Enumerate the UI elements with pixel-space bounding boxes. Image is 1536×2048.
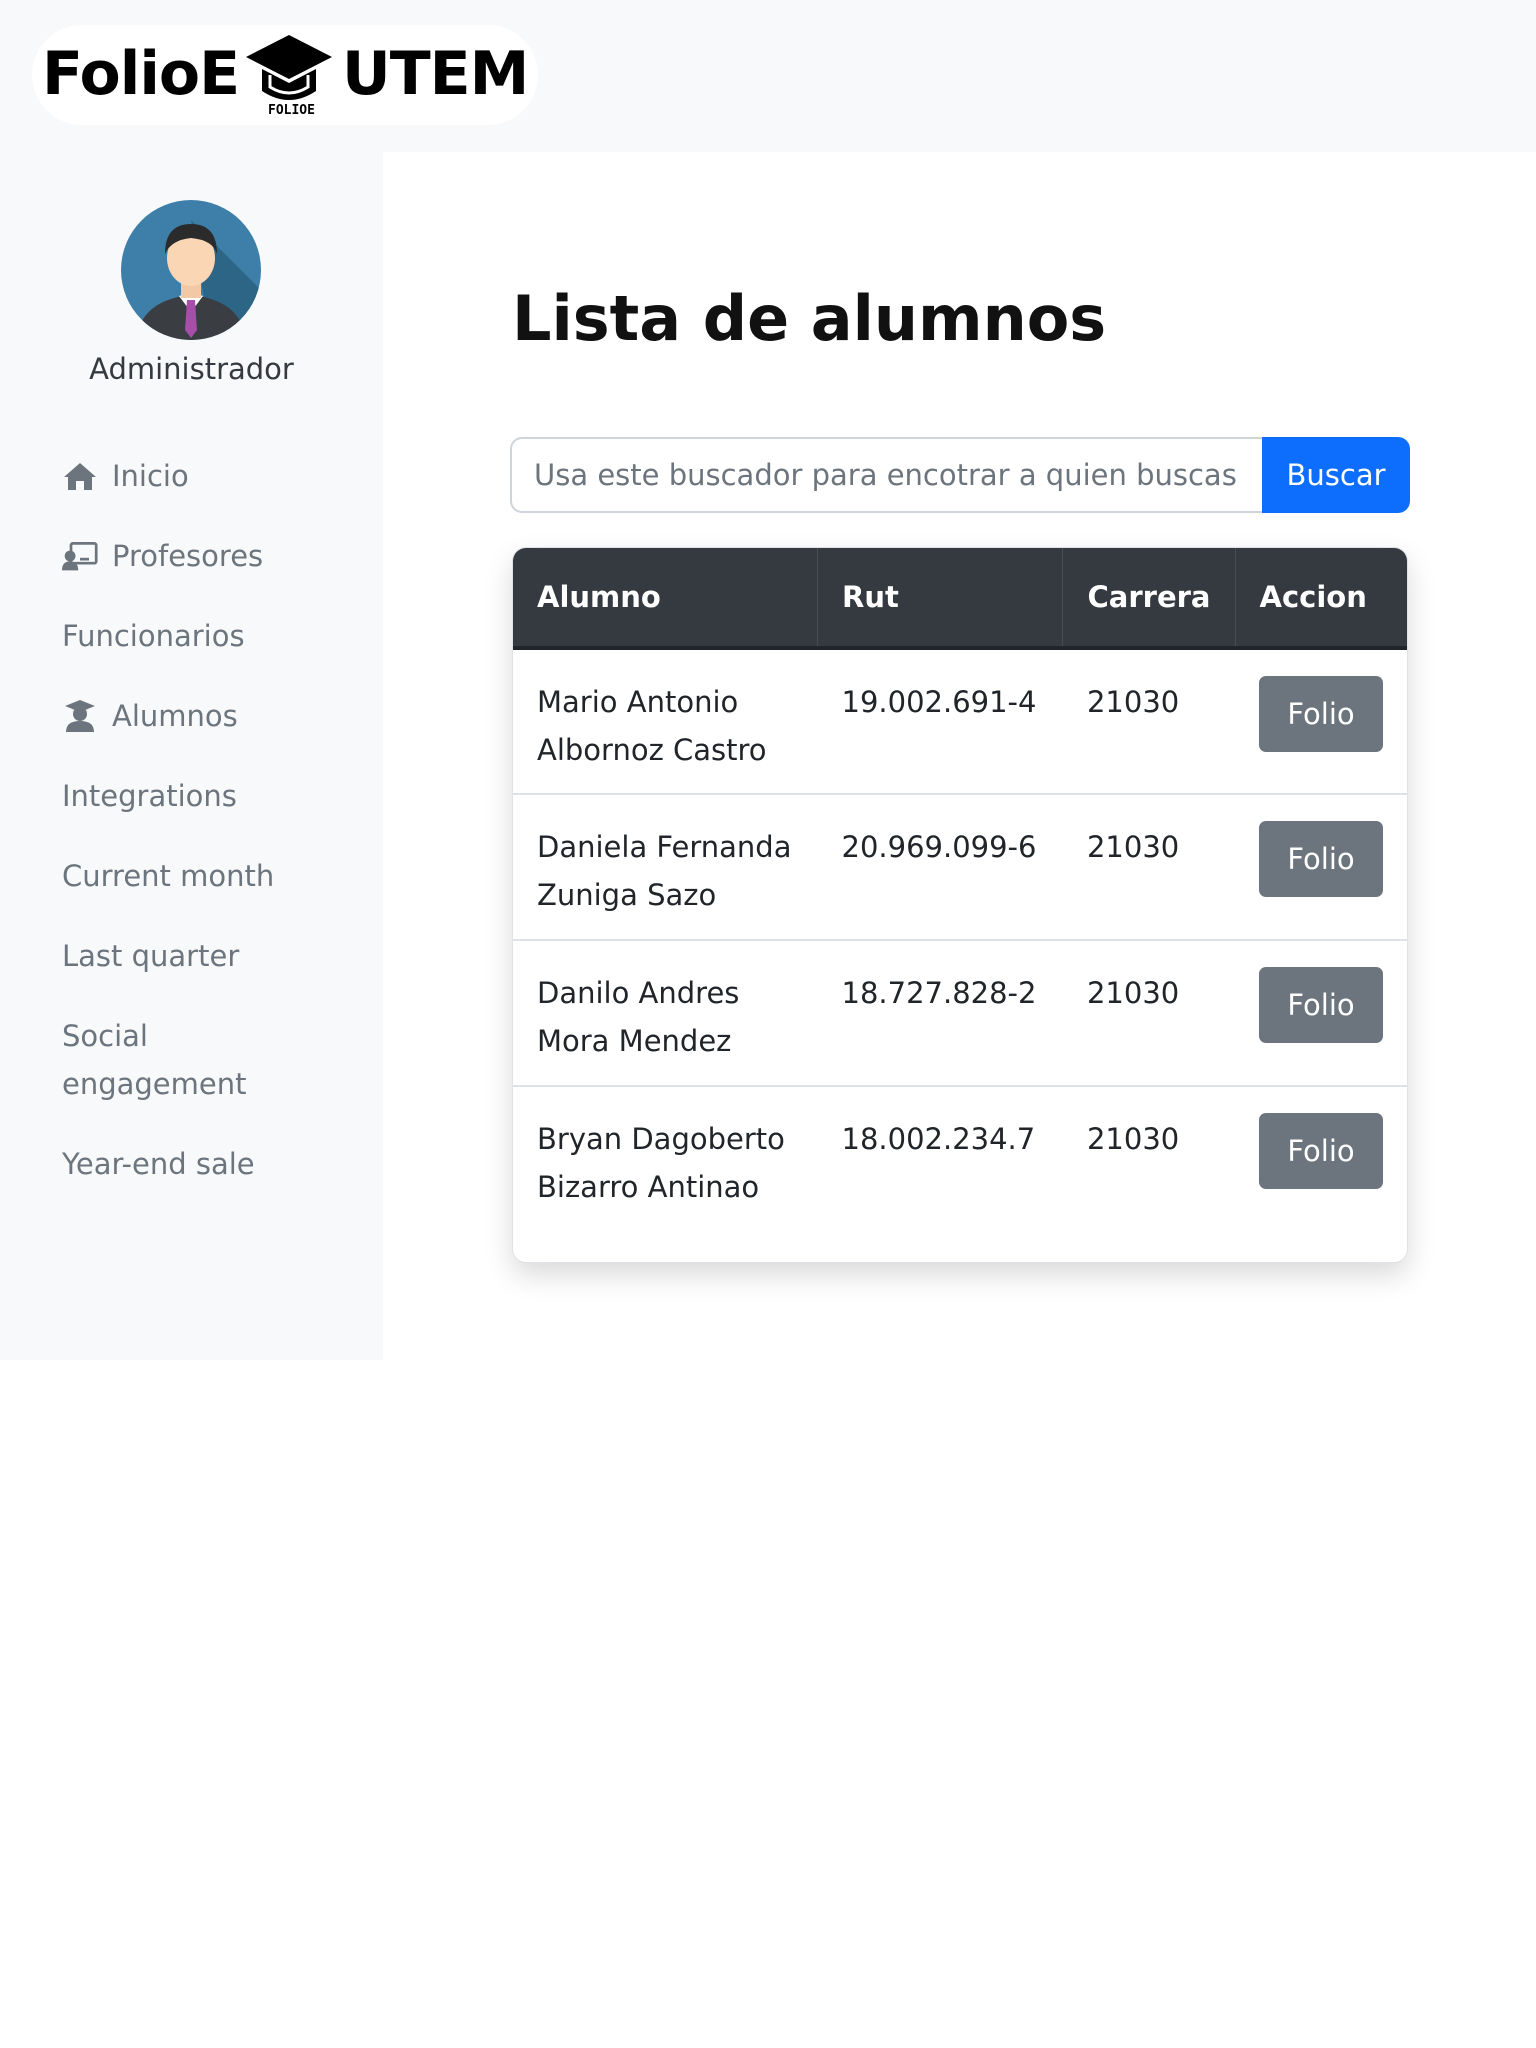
column-header-rut: Rut [817, 548, 1064, 650]
logo-text-right: UTEM [342, 39, 529, 109]
column-header-accion: Accion [1235, 548, 1407, 650]
action-cell: Folio [1235, 940, 1407, 1086]
sidebar-item-alumnos[interactable]: Alumnos [62, 692, 362, 740]
sidebar-item-label: Funcionarios [62, 619, 245, 653]
chalkboard-teacher-icon [62, 532, 98, 580]
student-rut: 19.002.691-4 [841, 685, 1037, 719]
table-row: Danilo Andres Mora Mendez 18.727.828-2 2… [513, 940, 1407, 1086]
sidebar-item-current-month[interactable]: Current month [62, 852, 362, 900]
sidebar-item-label: Integrations [62, 779, 237, 813]
sidebar-item-label: Profesores [112, 539, 264, 573]
student-name: Daniela Fernanda Zuniga Sazo [537, 830, 792, 912]
table-row: Bryan Dagoberto Bizarro Antinao 18.002.2… [513, 1086, 1407, 1232]
column-header-carrera: Carrera [1062, 548, 1236, 650]
students-table: Alumno Rut Carrera Accion Mario Antonio … [513, 548, 1407, 1232]
home-icon [62, 452, 98, 500]
sidebar-item-funcionarios[interactable]: Funcionarios [62, 612, 362, 660]
student-name: Mario Antonio Albornoz Castro [537, 685, 767, 767]
user-name: Administrador [89, 352, 294, 386]
sidebar-item-label: Social engagement [62, 1019, 247, 1101]
student-carrera: 21030 [1086, 976, 1180, 1010]
sidebar-item-label: Year-end sale [62, 1147, 255, 1181]
folio-button[interactable]: Folio [1259, 1113, 1383, 1189]
sidebar-item-last-quarter[interactable]: Last quarter [62, 932, 362, 980]
search-input[interactable] [510, 437, 1262, 513]
table-header-row: Alumno Rut Carrera Accion [513, 548, 1407, 650]
sidebar: Administrador Inicio Profesores Funciona… [0, 152, 383, 1360]
student-rut: 20.969.099-6 [841, 830, 1037, 864]
student-carrera: 21030 [1086, 1122, 1180, 1156]
sidebar-item-label: Alumnos [112, 699, 238, 733]
logo-text-left: FolioE [42, 39, 240, 109]
sidebar-item-social-engagement[interactable]: Social engagement [62, 1012, 292, 1108]
search-button[interactable]: Buscar [1262, 437, 1410, 513]
sidebar-item-label: Inicio [112, 459, 189, 493]
folio-button[interactable]: Folio [1259, 676, 1383, 752]
folio-button[interactable]: Folio [1259, 821, 1383, 897]
student-rut: 18.727.828-2 [841, 976, 1037, 1010]
action-cell: Folio [1235, 794, 1407, 940]
avatar [121, 200, 261, 340]
sidebar-item-year-end-sale[interactable]: Year-end sale [62, 1140, 362, 1188]
student-carrera: 21030 [1086, 830, 1180, 864]
action-cell: Folio [1235, 1086, 1407, 1232]
table-row: Daniela Fernanda Zuniga Sazo 20.969.099-… [513, 794, 1407, 940]
logo[interactable]: FolioE FOLIOE UTEM [32, 25, 538, 125]
column-header-alumno: Alumno [513, 548, 819, 650]
table-row: Mario Antonio Albornoz Castro 19.002.691… [513, 648, 1407, 794]
sidebar-nav: Inicio Profesores Funcionarios Alumnos I… [62, 452, 362, 1220]
student-rut: 18.002.234.7 [841, 1122, 1036, 1156]
user-graduate-icon [62, 692, 98, 740]
logo-caption: FOLIOE [268, 103, 315, 118]
student-carrera: 21030 [1086, 685, 1180, 719]
sidebar-item-integrations[interactable]: Integrations [62, 772, 362, 820]
sidebar-item-profesores[interactable]: Profesores [62, 532, 362, 580]
sidebar-item-inicio[interactable]: Inicio [62, 452, 362, 500]
page-title: Lista de alumnos [512, 282, 1107, 355]
folio-button[interactable]: Folio [1259, 967, 1383, 1043]
action-cell: Folio [1235, 648, 1407, 794]
sidebar-item-label: Last quarter [62, 939, 240, 973]
student-name: Bryan Dagoberto Bizarro Antinao [537, 1122, 785, 1204]
sidebar-item-label: Current month [62, 859, 275, 893]
students-table-card: Alumno Rut Carrera Accion Mario Antonio … [512, 547, 1408, 1263]
top-bar: FolioE FOLIOE UTEM [0, 0, 1536, 152]
search-bar: Buscar [510, 437, 1410, 513]
student-name: Danilo Andres Mora Mendez [537, 976, 740, 1058]
